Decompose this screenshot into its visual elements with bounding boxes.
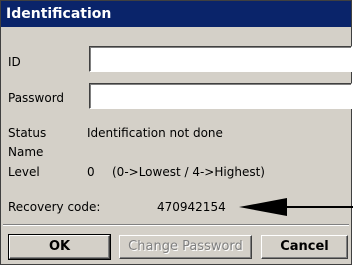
- arrow-left-icon: [239, 198, 353, 216]
- level-hint: (0->Lowest / 4->Highest): [112, 165, 265, 179]
- ok-button[interactable]: OK: [8, 234, 111, 260]
- name-label: Name: [8, 145, 44, 159]
- identification-dialog: Identification ID Password Status Identi…: [0, 0, 353, 265]
- dialog-title: Identification: [1, 1, 351, 27]
- recovery-code-label: Recovery code:: [8, 200, 101, 214]
- change-password-button[interactable]: Change Password: [119, 235, 252, 259]
- id-input[interactable]: [89, 46, 352, 72]
- recovery-code-value: 470942154: [157, 200, 226, 214]
- status-value: Identification not done: [87, 126, 223, 140]
- footer-separator: [3, 224, 349, 226]
- level-value: 0: [87, 165, 95, 179]
- level-label: Level: [8, 165, 40, 179]
- password-label: Password: [8, 91, 65, 105]
- password-input[interactable]: [89, 83, 352, 109]
- status-label: Status: [8, 126, 47, 140]
- id-label: ID: [8, 55, 21, 69]
- cancel-button[interactable]: Cancel: [261, 235, 348, 259]
